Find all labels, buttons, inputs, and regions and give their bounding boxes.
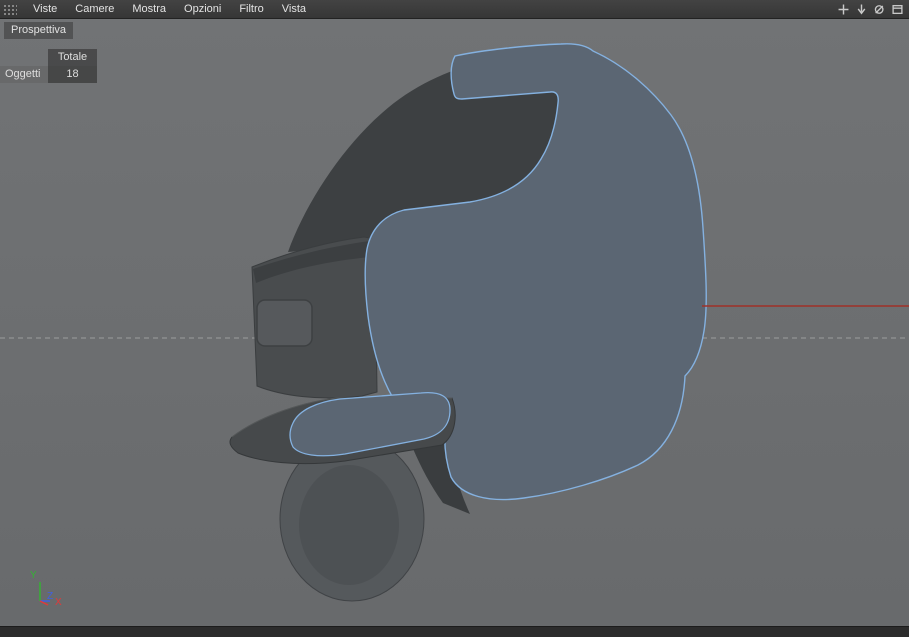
rotate-view-button[interactable] <box>874 4 885 15</box>
axis-z-label: Z <box>47 591 53 602</box>
menu-item-mostra[interactable]: Mostra <box>123 0 175 18</box>
window-icon <box>892 4 903 14</box>
toggle-layout-button[interactable] <box>892 4 903 15</box>
move-view-button[interactable] <box>838 4 849 15</box>
scene-stats-panel: Totale Oggetti 18 <box>0 49 97 83</box>
arrow-down-icon <box>857 4 866 15</box>
grip-dots-icon[interactable] <box>3 3 17 15</box>
axis-y-label: Y <box>30 570 37 581</box>
move-icon <box>838 4 849 14</box>
front-wheel-inner <box>299 465 399 585</box>
menu-item-viste[interactable]: Viste <box>24 0 66 18</box>
stats-row-label: Oggetti <box>5 68 41 80</box>
view-control-icons <box>838 4 909 15</box>
stats-header-spacer <box>0 49 48 66</box>
bottom-bar <box>0 626 909 637</box>
viewport-3d-canvas[interactable]: Y Z X <box>0 0 909 637</box>
stats-row-value: 18 <box>48 66 97 83</box>
headlight-box <box>256 299 313 347</box>
menu-item-camere[interactable]: Camere <box>66 0 123 18</box>
zoom-icon <box>874 4 884 14</box>
menu-item-vista[interactable]: Vista <box>273 0 315 18</box>
stats-row: Oggetti 18 <box>0 66 97 83</box>
view-label[interactable]: Prospettiva <box>4 22 74 39</box>
stats-column-header: Totale <box>48 49 97 66</box>
menu-item-filtro[interactable]: Filtro <box>230 0 272 18</box>
menu-item-opzioni[interactable]: Opzioni <box>175 0 230 18</box>
viewport-menubar: Viste Camere Mostra Opzioni Filtro Vista <box>0 0 909 19</box>
dolly-view-button[interactable] <box>856 4 867 15</box>
axis-x-label: X <box>55 597 62 608</box>
